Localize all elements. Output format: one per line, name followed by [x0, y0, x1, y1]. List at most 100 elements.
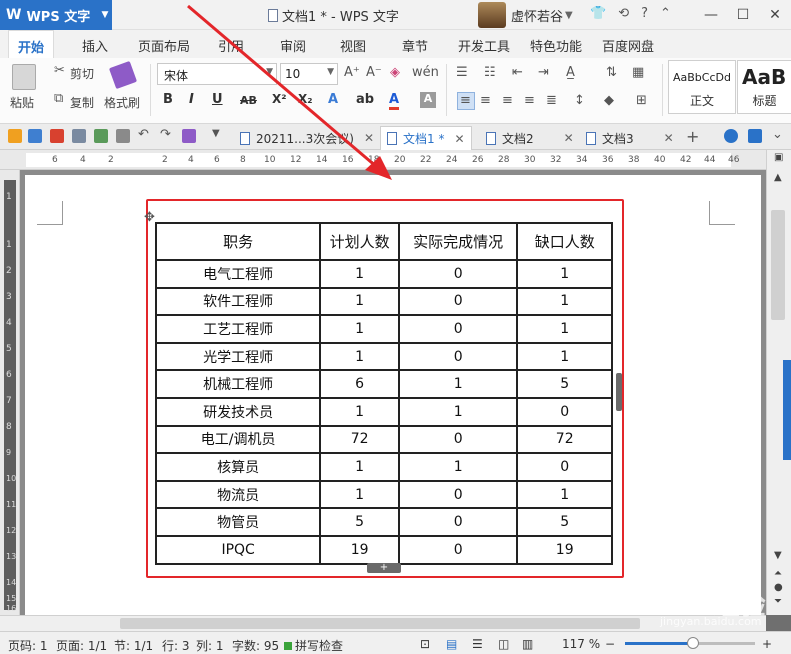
zoom-out-icon[interactable]: −: [605, 637, 615, 651]
table-cell[interactable]: 0: [397, 259, 519, 289]
doc-tab-doc3[interactable]: 文档3 ✕: [580, 126, 680, 150]
table-cell[interactable]: 1: [319, 452, 400, 482]
zoom-slider-handle[interactable]: [686, 637, 699, 649]
tab-insert[interactable]: 插入: [82, 36, 108, 55]
table-cell[interactable]: 1: [397, 452, 519, 482]
new-tab-icon[interactable]: +: [686, 127, 699, 146]
close-icon[interactable]: ✕: [759, 0, 791, 30]
table-cell[interactable]: 物管员: [154, 507, 322, 537]
table-move-handle-icon[interactable]: ✥: [144, 210, 155, 225]
page-code[interactable]: 页码: 1: [8, 637, 48, 654]
user-account[interactable]: 虚怀若谷 ▼: [478, 2, 573, 28]
tab-references[interactable]: 引用: [218, 36, 244, 55]
header-position[interactable]: 职务: [154, 222, 322, 261]
close-icon[interactable]: ✕: [664, 131, 674, 145]
format-painter-button[interactable]: 格式刷: [104, 94, 140, 111]
web-view-icon[interactable]: ◫: [498, 637, 509, 651]
print-preview-icon[interactable]: [94, 129, 108, 143]
chevron-down-icon[interactable]: ▼: [565, 10, 573, 21]
tab-chapter[interactable]: 章节: [402, 36, 428, 55]
table-cell[interactable]: 核算员: [154, 452, 322, 482]
table-cell[interactable]: 机械工程师: [154, 369, 322, 399]
decrease-indent-icon[interactable]: ⇤: [512, 65, 523, 80]
table-cell[interactable]: 1: [516, 314, 613, 344]
redo-icon[interactable]: ↷: [160, 127, 171, 142]
word-count[interactable]: 字数: 95: [232, 637, 279, 654]
table-cell[interactable]: 1: [319, 314, 400, 344]
table-cell[interactable]: 1: [319, 259, 400, 289]
table-cell[interactable]: 19: [516, 534, 613, 565]
numbered-list-icon[interactable]: ☷: [484, 65, 496, 80]
cut-button[interactable]: 剪切: [70, 65, 94, 82]
print-icon[interactable]: [72, 129, 86, 143]
table-cell[interactable]: 研发技术员: [154, 396, 322, 427]
tab-view[interactable]: 视图: [340, 36, 366, 55]
style-normal[interactable]: AaBbCcDd 正文: [668, 60, 736, 114]
scissors-icon[interactable]: ✂: [54, 63, 65, 78]
chevron-down-icon[interactable]: ▼: [98, 0, 112, 30]
tab-baidu-netdisk[interactable]: 百度网盘: [602, 36, 654, 55]
close-icon[interactable]: ✕: [454, 132, 464, 146]
browse-object-icon[interactable]: ●: [774, 582, 783, 593]
folder-icon[interactable]: [8, 129, 22, 143]
tab-developer[interactable]: 开发工具: [458, 36, 510, 55]
shading-icon[interactable]: ◆: [604, 93, 614, 108]
table-cell[interactable]: 5: [516, 507, 613, 537]
font-name-select[interactable]: 宋体 ▼: [157, 63, 277, 85]
focus-mode-icon[interactable]: ⊡: [420, 637, 430, 651]
font-size-select[interactable]: 10 ▼: [280, 63, 338, 85]
table-cell[interactable]: 0: [516, 396, 613, 427]
table-cell[interactable]: 0: [397, 286, 519, 317]
chinese-layout-icon[interactable]: A̲: [566, 65, 575, 80]
tab-special-features[interactable]: 特色功能: [530, 36, 582, 55]
table-cell[interactable]: 1: [516, 479, 613, 510]
spellcheck-icon[interactable]: [116, 129, 130, 143]
scroll-down-icon[interactable]: ▼: [774, 550, 782, 561]
table-cell[interactable]: 物流员: [154, 479, 322, 510]
add-column-handle[interactable]: [616, 373, 622, 411]
reading-view-icon[interactable]: ▥: [522, 637, 533, 651]
table-cell[interactable]: 5: [516, 369, 613, 399]
table-cell[interactable]: 0: [397, 534, 519, 565]
previous-page-icon[interactable]: ⏶: [774, 568, 782, 579]
align-left-icon[interactable]: ≡: [460, 93, 471, 108]
spell-check-status[interactable]: 拼写检查: [284, 637, 343, 654]
table-cell[interactable]: 5: [319, 507, 400, 537]
style-heading[interactable]: AaB 标题: [737, 60, 791, 114]
sync-icon[interactable]: [748, 129, 762, 143]
font-color-icon[interactable]: A: [389, 92, 400, 110]
subscript-icon[interactable]: X₂: [298, 92, 313, 106]
tab-page-layout[interactable]: 页面布局: [138, 36, 190, 55]
align-right-icon[interactable]: ≡: [502, 93, 513, 108]
save-icon[interactable]: [28, 129, 42, 143]
chevron-down-icon[interactable]: ▼: [327, 67, 334, 77]
line-spacing-icon[interactable]: ↕: [574, 93, 585, 108]
format-painter-icon[interactable]: [108, 60, 138, 90]
zoom-slider[interactable]: [625, 637, 755, 649]
highlight-icon[interactable]: ab: [356, 92, 374, 107]
scroll-up-icon[interactable]: ▲: [774, 172, 782, 183]
phonetic-icon[interactable]: wén: [412, 65, 439, 80]
table-cell[interactable]: 1: [516, 259, 613, 289]
table-cell[interactable]: 电工/调机员: [154, 424, 322, 455]
pdf-icon[interactable]: [50, 129, 64, 143]
table-cell[interactable]: 光学工程师: [154, 341, 322, 372]
app-menu-button[interactable]: W WPS 文字 ▼: [0, 0, 112, 30]
maximize-icon[interactable]: ☐: [727, 0, 759, 30]
copy-icon[interactable]: ⧉: [54, 91, 63, 106]
scroll-thumb[interactable]: [771, 210, 785, 320]
scroll-thumb[interactable]: [120, 618, 640, 629]
bold-icon[interactable]: B: [163, 92, 173, 107]
doc-tab-meeting[interactable]: 20211...3次会议) ✕: [234, 126, 380, 150]
table-cell[interactable]: 19: [319, 534, 400, 565]
table-cell[interactable]: 0: [397, 507, 519, 537]
side-panel-tab[interactable]: [783, 360, 791, 460]
share-icon[interactable]: ⟲: [618, 6, 629, 21]
chevron-down-icon[interactable]: ▼: [212, 128, 220, 139]
table-cell[interactable]: 1: [319, 479, 400, 510]
table-cell[interactable]: 1: [516, 341, 613, 372]
italic-icon[interactable]: I: [189, 92, 194, 107]
char-shading-icon[interactable]: A: [420, 92, 436, 108]
vertical-ruler[interactable]: 1 1 2 3 4 5 6 7 8 9 10 11 12 13 14 15 16: [0, 170, 20, 615]
zoom-level[interactable]: 117 %: [562, 637, 600, 651]
